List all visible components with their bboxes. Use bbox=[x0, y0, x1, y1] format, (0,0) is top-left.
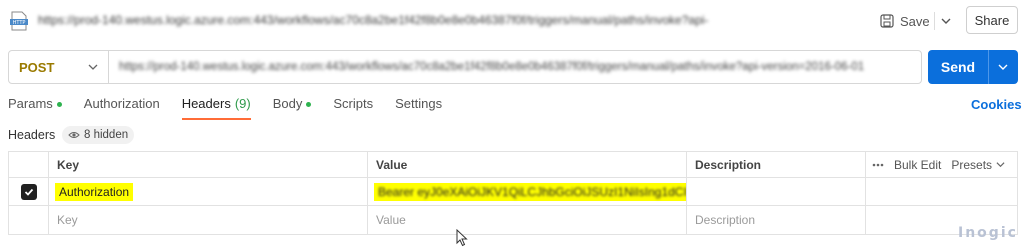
divider bbox=[934, 12, 935, 30]
send-options[interactable] bbox=[989, 50, 1017, 84]
select-column bbox=[9, 152, 49, 177]
tab-scripts[interactable]: Scripts bbox=[333, 96, 373, 120]
tab-label: Scripts bbox=[333, 96, 374, 111]
presets-label: Presets bbox=[951, 157, 993, 172]
status-dot bbox=[56, 102, 62, 107]
tab-label: Authorization bbox=[83, 96, 160, 111]
description-cell[interactable] bbox=[687, 178, 866, 205]
share-button[interactable]: Share bbox=[966, 6, 1018, 34]
checkmark-icon bbox=[24, 188, 33, 196]
headers-table: Key Value Description Bulk Edit Presets bbox=[8, 151, 1018, 235]
svg-text:HTTP: HTTP bbox=[13, 20, 26, 26]
request-bar: POST https://prod-140.westus.logic.azure… bbox=[8, 50, 922, 84]
send-button[interactable]: Send bbox=[928, 50, 1018, 84]
table-actions: Bulk Edit Presets bbox=[866, 152, 1017, 177]
tab-label: Body bbox=[272, 96, 303, 111]
column-key: Key bbox=[49, 152, 368, 177]
header-value-highlight: Bearer eyJ0eXAiOiJKV1QiLCJhbGciOiJSUzI1N… bbox=[374, 182, 687, 201]
tab-label: Settings bbox=[395, 96, 443, 111]
tab-params[interactable]: Params bbox=[8, 96, 62, 120]
mouse-cursor-icon bbox=[456, 229, 468, 247]
header-value: Bearer eyJ0eXAiOiJKV1QiLCJhbGciOiJSUzI1N… bbox=[378, 184, 687, 199]
eye-icon bbox=[68, 132, 80, 138]
http-file-icon: HTTP bbox=[10, 11, 28, 31]
more-icon[interactable] bbox=[872, 163, 884, 167]
hidden-headers-toggle[interactable]: 8 hidden bbox=[62, 126, 135, 144]
method-label: POST bbox=[19, 59, 55, 75]
key-cell[interactable]: Authorization bbox=[49, 178, 368, 205]
actions-cell bbox=[866, 178, 1017, 205]
value-cell[interactable]: Bearer eyJ0eXAiOiJKV1QiLCJhbGciOiJSUzI1N… bbox=[368, 178, 687, 205]
headers-section-label: Headers bbox=[8, 128, 56, 142]
top-bar: HTTP https://prod-140.westus.logic.azure… bbox=[0, 0, 1024, 42]
column-value: Value bbox=[368, 152, 687, 177]
save-label: Save bbox=[900, 13, 930, 29]
send-label: Send bbox=[940, 59, 976, 75]
key-input[interactable]: Key bbox=[49, 206, 368, 234]
tab-count: (9) bbox=[234, 96, 251, 111]
table-header-row: Key Value Description Bulk Edit Presets bbox=[9, 152, 1017, 178]
chevron-down-icon bbox=[88, 64, 98, 70]
value-input[interactable]: Value bbox=[368, 206, 687, 234]
request-name[interactable]: https://prod-140.westus.logic.azure.com:… bbox=[38, 13, 748, 27]
row-checkbox-cell bbox=[9, 206, 49, 234]
chevron-down-icon[interactable] bbox=[940, 14, 952, 28]
tab-authorization[interactable]: Authorization bbox=[84, 96, 160, 120]
table-row: Authorization Bearer eyJ0eXAiOiJKV1QiLCJ… bbox=[9, 178, 1017, 206]
bulk-edit-button[interactable]: Bulk Edit bbox=[894, 158, 941, 172]
save-icon bbox=[880, 14, 894, 28]
cookies-link[interactable]: Cookies bbox=[971, 97, 1022, 112]
row-checkbox[interactable] bbox=[20, 183, 37, 200]
row-checkbox-cell bbox=[9, 178, 49, 205]
chevron-down-icon bbox=[998, 64, 1008, 70]
presets-dropdown[interactable]: Presets bbox=[951, 158, 1005, 172]
chevron-down-icon bbox=[996, 162, 1005, 168]
header-key: Authorization bbox=[55, 182, 134, 201]
url-input[interactable]: https://prod-140.westus.logic.azure.com:… bbox=[109, 51, 921, 83]
save-button[interactable]: Save bbox=[880, 9, 930, 33]
description-input[interactable]: Description bbox=[687, 206, 866, 234]
tab-label: Headers bbox=[181, 96, 231, 111]
hidden-count: 8 hidden bbox=[84, 129, 129, 141]
table-row-empty: Key Value Description bbox=[9, 206, 1017, 234]
request-tabs: Params Authorization Headers (9) Body Sc… bbox=[8, 96, 464, 120]
tab-headers[interactable]: Headers (9) bbox=[181, 96, 251, 120]
tab-label: Params bbox=[8, 96, 53, 111]
status-dot bbox=[306, 102, 312, 107]
tab-body[interactable]: Body bbox=[273, 96, 312, 120]
column-description: Description bbox=[687, 152, 866, 177]
watermark-logo: Inogic bbox=[958, 225, 1018, 241]
tab-settings[interactable]: Settings bbox=[395, 96, 442, 120]
method-select[interactable]: POST bbox=[9, 51, 109, 83]
